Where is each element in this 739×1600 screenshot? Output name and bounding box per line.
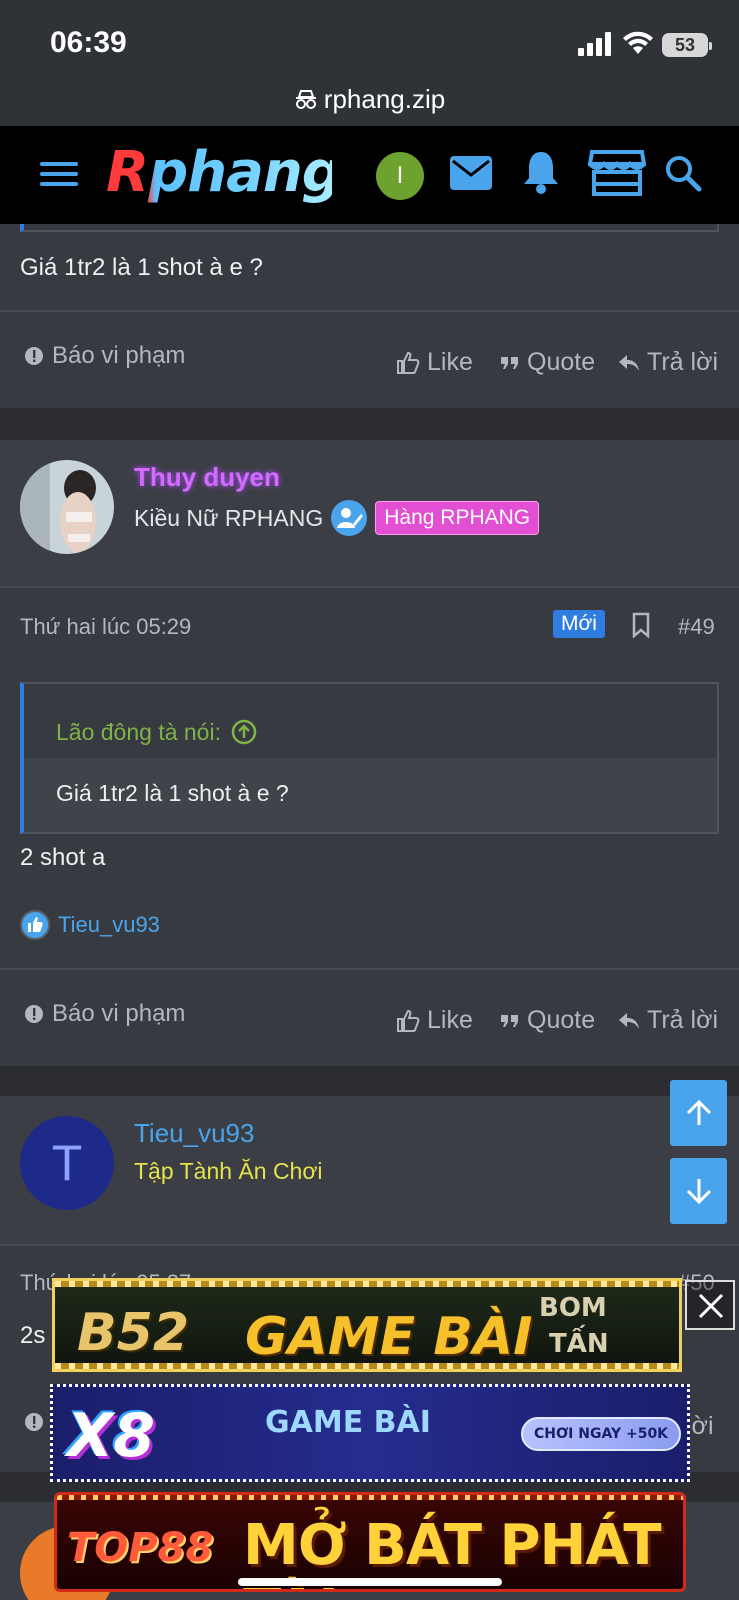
like-reaction-icon	[20, 910, 50, 940]
status-time: 06:39	[50, 26, 127, 59]
username[interactable]: Thuy duyen	[134, 462, 280, 493]
quote-button[interactable]: Quote	[500, 1006, 595, 1035]
hamburger-menu-icon[interactable]	[40, 159, 78, 189]
rank-badge: Hàng RPHANG	[375, 501, 540, 535]
scroll-to-top-button[interactable]	[670, 1080, 727, 1146]
ad-cta[interactable]: CHƠI NGAY +50K	[521, 1417, 681, 1451]
battery-indicator: 53	[662, 33, 712, 57]
report-label: Báo vi phạm	[52, 342, 186, 369]
user-avatar-photo[interactable]	[20, 460, 114, 554]
ad-headline: GAME BÀI	[245, 1307, 533, 1367]
arrow-up-circle-icon[interactable]	[231, 719, 257, 745]
quote-header[interactable]: Lão đông tà nói:	[24, 684, 717, 758]
user-title: Kiều Nữ RPHANG	[134, 504, 324, 531]
store-icon[interactable]	[588, 148, 646, 198]
reaction-user-link[interactable]: Tieu_vu93	[58, 912, 160, 938]
post-text: Giá 1tr2 là 1 shot à e ?	[20, 254, 263, 281]
quote-icon	[501, 356, 518, 369]
quote-button[interactable]: Quote	[500, 348, 595, 377]
reply-label[interactable]: lời	[686, 1412, 714, 1441]
reply-icon	[619, 354, 639, 371]
like-button[interactable]: Like	[396, 1006, 473, 1035]
warning-icon	[25, 347, 43, 365]
quote-icon	[501, 1014, 518, 1027]
arrow-up-icon	[686, 1099, 712, 1125]
close-icon	[698, 1293, 724, 1319]
thumbs-up-icon	[397, 1009, 420, 1032]
ad-headline: GAME BÀI	[265, 1405, 431, 1440]
thumbs-up-icon	[397, 351, 420, 374]
ad-side-text: BOM	[539, 1293, 607, 1323]
reply-icon	[619, 1012, 639, 1029]
ad-banner-top88[interactable]: TOP88 MỞ BÁT PHÁT TÀI	[54, 1492, 686, 1592]
reply-label: Trả lời	[647, 348, 719, 376]
ad-banner-b52[interactable]: B52 GAME BÀI BOM TẤN	[52, 1278, 682, 1372]
new-badge: Mới	[553, 610, 605, 638]
post-author-row: T Tieu_vu93 Tập Tành Ăn Chơi	[0, 1096, 739, 1244]
like-button[interactable]: Like	[396, 348, 473, 377]
app-header: Rphang I	[0, 126, 739, 224]
ad-banner-x8[interactable]: X8 GAME BÀI CHƠI NGAY +50K	[50, 1384, 690, 1482]
close-ad-button[interactable]	[685, 1280, 735, 1330]
ad-brand: TOP88	[67, 1525, 214, 1571]
post-actions: Báo vi phạm Like Quote Trả lời	[0, 312, 739, 408]
user-title-row: Kiều Nữ RPHANG Hàng RPHANG	[134, 500, 540, 536]
wifi-icon	[623, 31, 653, 54]
username[interactable]: Tieu_vu93	[134, 1118, 254, 1149]
reply-button[interactable]: Trả lời	[618, 1006, 718, 1035]
quote-text: Giá 1tr2 là 1 shot à e ?	[24, 758, 717, 832]
warning-icon[interactable]	[24, 1412, 44, 1432]
post-author-row: Thuy duyen Kiều Nữ RPHANG Hàng RPHANG	[0, 440, 739, 586]
reply-label: Trả lời	[647, 1006, 719, 1034]
bookmark-icon[interactable]	[632, 612, 650, 638]
post-number[interactable]: #49	[678, 614, 715, 640]
url-bar[interactable]: rphang.zip	[0, 82, 739, 126]
site-logo[interactable]: Rphang	[106, 140, 342, 206]
quote-label: Quote	[527, 348, 596, 376]
report-button[interactable]: Báo vi phạm	[24, 1000, 185, 1028]
verified-writer-icon	[331, 500, 368, 536]
signal-icon	[578, 32, 611, 56]
status-bar: 06:39 53	[0, 0, 739, 82]
post-text: 2 shot a	[20, 844, 106, 871]
private-browsing-icon	[295, 89, 316, 109]
report-label: Báo vi phạm	[52, 1000, 186, 1027]
ad-side-text: TẤN	[549, 1329, 609, 1359]
user-title: Tập Tành Ăn Chơi	[134, 1158, 323, 1184]
scroll-to-bottom-button[interactable]	[670, 1158, 727, 1224]
ad-brand: B52	[77, 1303, 189, 1363]
post-body: Thứ hai lúc 05:29 Mới #49 Lão đông tà nó…	[0, 588, 739, 968]
home-indicator	[238, 1578, 502, 1586]
mail-icon[interactable]	[450, 156, 492, 190]
post-text: 2s	[20, 1322, 46, 1349]
url-text: rphang.zip	[323, 84, 446, 114]
prev-post-body: Giá 1tr2 là 1 shot à e ?	[0, 224, 739, 310]
user-avatar-letter[interactable]: T	[20, 1116, 114, 1210]
like-label: Like	[427, 1006, 473, 1034]
search-icon[interactable]	[664, 154, 702, 192]
report-button[interactable]: Báo vi phạm	[24, 342, 185, 370]
post-actions: Báo vi phạm Like Quote Trả lời	[0, 970, 739, 1066]
post-date[interactable]: Thứ hai lúc 05:29	[20, 614, 191, 640]
post-gap	[0, 408, 739, 440]
bell-icon[interactable]	[522, 150, 560, 194]
user-avatar[interactable]: I	[376, 152, 424, 200]
arrow-down-icon	[686, 1179, 712, 1205]
quote-label: Quote	[527, 1006, 596, 1034]
like-label: Like	[427, 348, 473, 376]
quote-block: Lão đông tà nói: Giá 1tr2 là 1 shot à e …	[20, 682, 719, 834]
reply-button[interactable]: Trả lời	[618, 348, 718, 377]
reaction-summary: Tieu_vu93	[20, 910, 160, 940]
quote-author: Lão đông tà nói:	[56, 718, 221, 745]
ad-brand: X8	[67, 1401, 156, 1471]
post-gap	[0, 1066, 739, 1096]
warning-icon	[25, 1005, 43, 1023]
